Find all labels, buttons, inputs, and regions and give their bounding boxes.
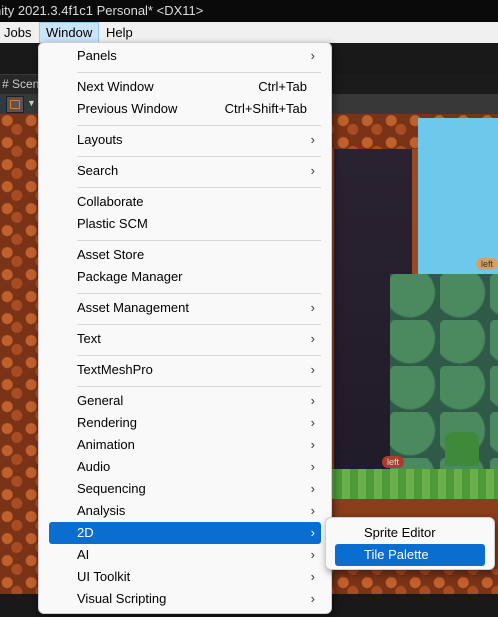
menu-item-label: Tile Palette — [364, 547, 429, 562]
chevron-right-icon: › — [310, 437, 315, 452]
menu-item-ui-toolkit[interactable]: UI Toolkit › — [49, 566, 321, 588]
menu-item-label: General — [77, 393, 124, 408]
menu-item-label: Layouts — [77, 132, 123, 147]
menu-item-label: Plastic SCM — [77, 216, 148, 231]
window-menu: Panels › Next Window Ctrl+Tab Previous W… — [38, 42, 332, 614]
menu-item-audio[interactable]: Audio › — [49, 456, 321, 478]
menu-item-label: Sequencing — [77, 481, 146, 496]
chevron-right-icon: › — [310, 459, 315, 474]
menu-item-label: Asset Store — [77, 247, 145, 262]
menu-item-label: Rendering — [77, 415, 137, 430]
menu-item-tile-palette[interactable]: Tile Palette — [335, 544, 485, 566]
menu-item-analysis[interactable]: Analysis › — [49, 500, 321, 522]
menu-item-text[interactable]: Text › — [49, 328, 321, 350]
menu-separator — [77, 156, 321, 157]
menu-item-label: Animation — [77, 437, 135, 452]
chevron-right-icon: › — [310, 48, 315, 63]
chevron-right-icon: › — [310, 481, 315, 496]
menu-item-package-manager[interactable]: Package Manager — [49, 266, 321, 288]
menu-item-panels[interactable]: Panels › — [49, 45, 321, 67]
menu-item-label: Analysis — [77, 503, 126, 518]
menu-item-plastic-scm[interactable]: Plastic SCM — [49, 213, 321, 235]
chevron-right-icon: › — [310, 393, 315, 408]
chevron-right-icon: › — [310, 591, 315, 606]
menu-jobs[interactable]: Jobs — [0, 22, 37, 43]
menu-item-label: Next Window — [77, 79, 154, 94]
menu-item-label: UI Toolkit — [77, 569, 131, 584]
gizmo-label-left: left — [382, 456, 405, 468]
menu-window[interactable]: Window — [39, 22, 100, 43]
menu-item-2d[interactable]: 2D › — [49, 522, 321, 544]
chevron-right-icon: › — [310, 300, 315, 315]
menu-item-sequencing[interactable]: Sequencing › — [49, 478, 321, 500]
menu-item-layouts[interactable]: Layouts › — [49, 129, 321, 151]
chevron-right-icon: › — [310, 525, 315, 540]
menu-help[interactable]: Help — [100, 22, 139, 43]
menu-item-label: Asset Management — [77, 300, 190, 315]
menu-item-label: Collaborate — [77, 194, 144, 209]
menu-item-label: Visual Scripting — [77, 591, 167, 606]
menu-item-asset-store[interactable]: Asset Store — [49, 244, 321, 266]
chevron-right-icon: › — [310, 362, 315, 377]
menu-item-visual-scripting[interactable]: Visual Scripting › — [49, 588, 321, 610]
menu-bar: Jobs Window Help — [0, 22, 498, 44]
tab-scene-label: # Scen — [2, 77, 40, 91]
menu-item-label: 2D — [77, 525, 94, 540]
forest-tiles — [390, 274, 498, 474]
menu-separator — [77, 72, 321, 73]
menu-item-animation[interactable]: Animation › — [49, 434, 321, 456]
frog-sprite — [445, 432, 479, 466]
menu-item-rendering[interactable]: Rendering › — [49, 412, 321, 434]
draw-mode-icon[interactable] — [6, 96, 24, 113]
menu-item-ai[interactable]: AI › — [49, 544, 321, 566]
menu-item-label: AI — [77, 547, 90, 562]
chevron-right-icon: › — [310, 331, 315, 346]
menu-item-label: Panels — [77, 48, 117, 63]
chevron-right-icon: › — [310, 503, 315, 518]
grass-tiles — [310, 469, 498, 499]
menu-separator — [77, 240, 321, 241]
chevron-right-icon: › — [310, 132, 315, 147]
menu-item-label: TextMeshPro — [77, 362, 153, 377]
menu-item-sprite-editor[interactable]: Sprite Editor — [335, 522, 485, 544]
menu-item-next-window[interactable]: Next Window Ctrl+Tab — [49, 76, 321, 98]
menu-item-label: Audio — [77, 459, 111, 474]
menu-item-label: Text — [77, 331, 101, 346]
gizmo-label-left-2: left — [476, 258, 498, 270]
menu-item-label: Search — [77, 163, 119, 178]
menu-item-search[interactable]: Search › — [49, 160, 321, 182]
menu-separator — [77, 355, 321, 356]
menu-item-general[interactable]: General › — [49, 390, 321, 412]
menu-item-textmeshpro[interactable]: TextMeshPro › — [49, 359, 321, 381]
menu-item-shortcut: Ctrl+Tab — [258, 79, 307, 94]
window-title: nity 2021.3.4f1c1 Personal* <DX11> — [0, 3, 204, 18]
title-bar: nity 2021.3.4f1c1 Personal* <DX11> — [0, 0, 498, 22]
menu-item-shortcut: Ctrl+Shift+Tab — [224, 101, 307, 116]
menu-item-label: Sprite Editor — [364, 525, 436, 540]
menu-separator — [77, 187, 321, 188]
chevron-right-icon: › — [310, 547, 315, 562]
chevron-right-icon: › — [310, 163, 315, 178]
menu-separator — [77, 293, 321, 294]
chevron-right-icon: › — [310, 569, 315, 584]
menu-item-label: Previous Window — [77, 101, 178, 116]
menu-item-previous-window[interactable]: Previous Window Ctrl+Shift+Tab — [49, 98, 321, 120]
menu-separator — [77, 386, 321, 387]
chevron-down-icon[interactable]: ▼ — [27, 98, 36, 108]
submenu-2d: Sprite Editor Tile Palette — [325, 517, 495, 570]
menu-item-asset-management[interactable]: Asset Management › — [49, 297, 321, 319]
menu-separator — [77, 125, 321, 126]
menu-item-collaborate[interactable]: Collaborate — [49, 191, 321, 213]
chevron-right-icon: › — [310, 415, 315, 430]
menu-separator — [77, 324, 321, 325]
menu-item-label: Package Manager — [77, 269, 183, 284]
